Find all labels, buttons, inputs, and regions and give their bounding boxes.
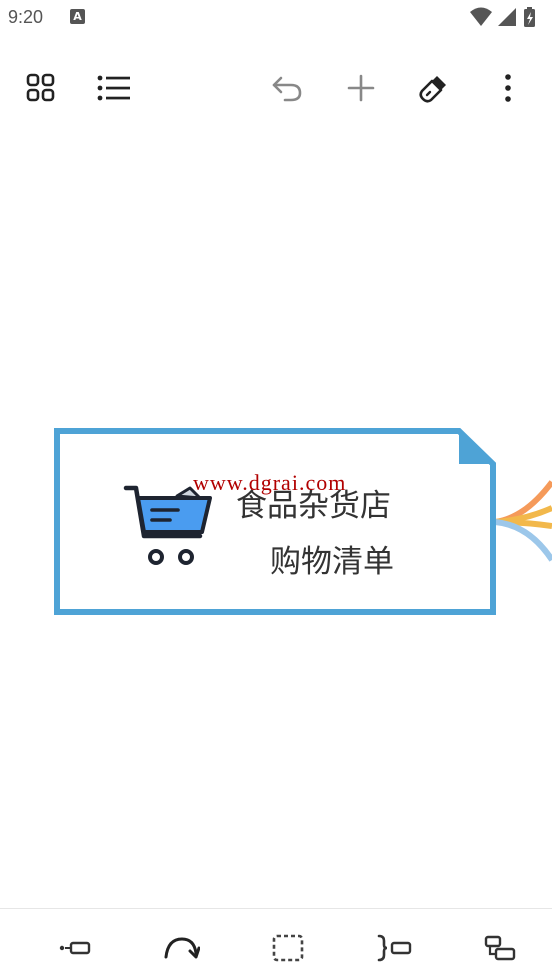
- summary-button[interactable]: [372, 928, 416, 968]
- grid-view-button[interactable]: [21, 68, 61, 108]
- bottom-divider: [0, 908, 552, 909]
- top-toolbar: [0, 60, 552, 114]
- style-brush-icon: [419, 76, 446, 103]
- more-options-button[interactable]: [488, 68, 528, 108]
- bottom-toolbar: [0, 910, 552, 980]
- watermark-text: www.dgrai.com: [193, 470, 347, 495]
- subtopic-button[interactable]: [478, 928, 522, 968]
- topic-title-line2: 购物清单: [270, 544, 394, 580]
- insert-topic-icon: [59, 941, 91, 955]
- battery-icon: [524, 7, 535, 27]
- status-indicators: [468, 6, 544, 28]
- insert-topic-button[interactable]: [53, 928, 97, 968]
- outline-view-button[interactable]: [94, 68, 134, 108]
- branch-lines: [495, 480, 552, 562]
- grid-icon: [26, 73, 55, 102]
- relationship-button[interactable]: [159, 928, 203, 968]
- status-bar: 9:20 A: [0, 0, 552, 36]
- status-time: 9:20: [8, 7, 44, 27]
- outline-list-icon: [97, 75, 130, 101]
- undo-icon: [272, 76, 302, 102]
- undo-button[interactable]: [267, 68, 307, 108]
- add-icon: [347, 74, 375, 102]
- notification-icon: A: [70, 9, 85, 24]
- add-topic-button[interactable]: [341, 68, 381, 108]
- style-button[interactable]: [414, 68, 454, 108]
- more-icon: [505, 74, 511, 102]
- boundary-button[interactable]: [266, 928, 310, 968]
- wifi-icon: [470, 7, 492, 26]
- summary-icon: [377, 934, 412, 962]
- subtopic-icon: [484, 935, 516, 961]
- signal-icon: [498, 8, 516, 26]
- boundary-icon: [272, 934, 304, 962]
- relationship-icon: [164, 937, 200, 959]
